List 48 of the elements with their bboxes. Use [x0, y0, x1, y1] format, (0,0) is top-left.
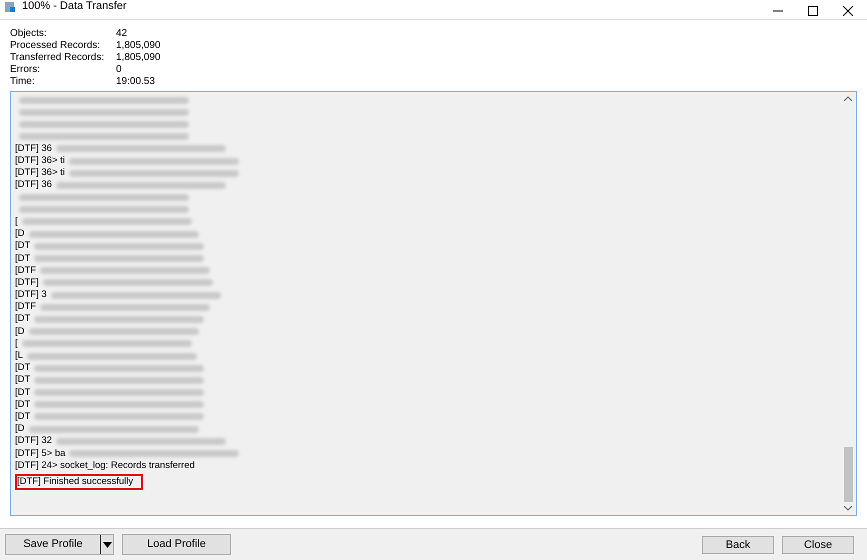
close-icon[interactable]: [843, 6, 853, 16]
stat-value: 1,805,090: [116, 40, 160, 52]
log-line: [D: [15, 228, 24, 240]
stat-label: Transferred Records:: [10, 52, 106, 64]
stat-label: Errors:: [10, 64, 41, 76]
scroll-up-icon[interactable]: [844, 96, 852, 101]
dialog-button[interactable]: Back: [702, 536, 774, 554]
log-line: [: [15, 338, 18, 350]
stat-value: 42: [116, 28, 128, 40]
log-line: [DTF] 5> ba: [15, 448, 66, 460]
stat-value: 19:00.53: [116, 76, 155, 88]
log-line: [DT: [15, 313, 30, 326]
app-icon: [4, 0, 16, 12]
log-line: [: [15, 216, 18, 228]
log-line: [DT: [15, 398, 30, 411]
log-line: [DTF]: [15, 276, 39, 289]
dialog-button[interactable]: Close: [782, 536, 854, 554]
log-line: [DTF] 3: [15, 289, 47, 302]
maximize-icon[interactable]: [808, 6, 818, 16]
log-line: [DT: [15, 410, 30, 423]
window-title: 100% - Data Transfer: [22, 1, 127, 12]
log-line: [DTF] 32: [15, 435, 52, 448]
stat-label: Processed Records:: [10, 40, 102, 52]
stat-value: 1,805,090: [116, 52, 160, 64]
log-line: [DT: [15, 386, 30, 399]
load-profile-button[interactable]: Load Profile: [122, 534, 231, 555]
log-line: [D: [15, 326, 24, 338]
caret-icon[interactable]: [102, 542, 112, 548]
log-line: [DTF] 36: [15, 179, 52, 192]
log-line: [DTF] 36: [15, 142, 52, 155]
button-label[interactable]: Save Profile: [6, 536, 100, 553]
log-line: [D: [15, 423, 24, 436]
log-line: [DT: [15, 240, 30, 252]
log-line: [DT: [15, 362, 30, 374]
log-line: [DTF] 24> socket_log: Records transferred: [15, 460, 195, 472]
log-line: [L: [15, 350, 23, 362]
save-profile-split-button[interactable]: Save Profile: [5, 534, 114, 555]
log-line: [DTF] 36> ti: [15, 167, 65, 180]
log-line: [DTF: [15, 264, 36, 277]
stat-label: Time:: [10, 76, 36, 88]
log-line: [DT: [15, 252, 30, 265]
log-line: [DTF: [15, 301, 36, 314]
scroll-thumb[interactable]: [844, 447, 852, 502]
scroll-down-icon[interactable]: [844, 506, 852, 511]
log-line: [DT: [15, 374, 30, 386]
stat-label: Objects:: [10, 28, 48, 40]
stat-value: 0: [116, 64, 122, 76]
log-line: [DTF] 36> ti: [15, 155, 65, 168]
